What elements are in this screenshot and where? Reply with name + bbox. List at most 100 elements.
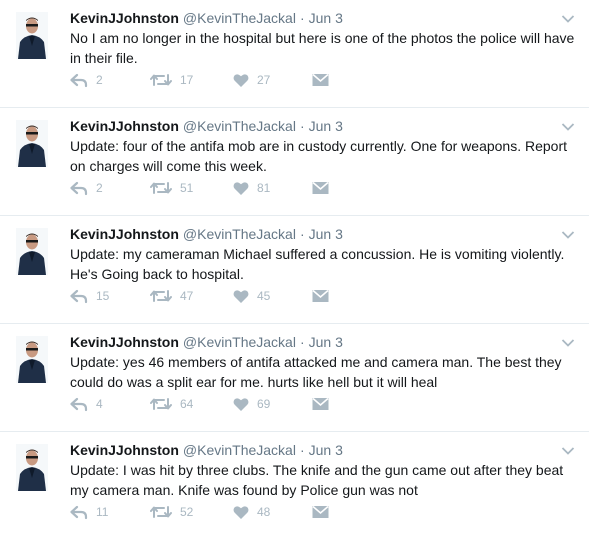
tweet-header: KevinJJohnston @KevinTheJackal · Jun 3 (70, 224, 343, 244)
separator: · (299, 442, 305, 458)
tweet[interactable]: KevinJJohnston @KevinTheJackal · Jun 3 Upda… (0, 108, 589, 216)
tweet-date[interactable]: Jun 3 (309, 10, 343, 26)
avatar[interactable] (16, 444, 48, 491)
reply-button[interactable]: 4 (70, 396, 150, 412)
retweet-icon (150, 504, 172, 520)
separator: · (299, 10, 305, 26)
like-count: 48 (257, 505, 271, 519)
retweet-button[interactable]: 47 (150, 288, 233, 304)
avatar[interactable] (16, 12, 48, 59)
like-button[interactable]: 69 (233, 396, 312, 412)
like-count: 69 (257, 397, 271, 411)
envelope-icon (312, 289, 329, 303)
reply-count: 15 (96, 289, 110, 303)
tweet-actions: 2 51 81 (70, 180, 394, 196)
retweet-icon (150, 72, 172, 88)
heart-icon (233, 289, 249, 304)
direct-message-button[interactable] (312, 505, 394, 519)
tweet-text: Update: four of the antifa mob are in cu… (70, 138, 568, 174)
tweet-header: KevinJJohnston @KevinTheJackal · Jun 3 (70, 116, 343, 136)
retweet-count: 52 (180, 505, 194, 519)
like-button[interactable]: 48 (233, 504, 312, 520)
tweet[interactable]: KevinJJohnston @KevinTheJackal · Jun 3 No I… (0, 0, 589, 108)
heart-icon (233, 505, 249, 520)
like-button[interactable]: 27 (233, 72, 312, 88)
author-name[interactable]: KevinJJohnston (70, 442, 179, 458)
chevron-down-icon[interactable] (561, 335, 575, 347)
envelope-icon (312, 397, 329, 411)
tweet-date[interactable]: Jun 3 (309, 118, 343, 134)
tweet-text: Update: yes 46 members of antifa attacke… (70, 354, 562, 390)
tweet[interactable]: KevinJJohnston @KevinTheJackal · Jun 3 Upda… (0, 324, 589, 432)
reply-count: 2 (96, 181, 103, 195)
separator: · (299, 334, 305, 350)
author-handle[interactable]: @KevinTheJackal (183, 10, 296, 26)
tweet-actions: 2 17 27 (70, 72, 394, 88)
direct-message-button[interactable] (312, 73, 394, 87)
reply-count: 2 (96, 73, 103, 87)
retweet-button[interactable]: 64 (150, 396, 233, 412)
author-name[interactable]: KevinJJohnston (70, 334, 179, 350)
tweet-header: KevinJJohnston @KevinTheJackal · Jun 3 (70, 8, 343, 28)
avatar[interactable] (16, 228, 48, 275)
tweet-text: No I am no longer in the hospital but he… (70, 30, 575, 66)
direct-message-button[interactable] (312, 289, 394, 303)
heart-icon (233, 397, 249, 412)
like-button[interactable]: 45 (233, 288, 312, 304)
tweet-date[interactable]: Jun 3 (309, 334, 343, 350)
reply-button[interactable]: 2 (70, 180, 150, 196)
tweet[interactable]: KevinJJohnston @KevinTheJackal · Jun 3 Upda… (0, 432, 589, 540)
retweet-button[interactable]: 51 (150, 180, 233, 196)
retweet-count: 64 (180, 397, 194, 411)
retweet-count: 51 (180, 181, 194, 195)
reply-button[interactable]: 15 (70, 288, 150, 304)
reply-button[interactable]: 2 (70, 72, 150, 88)
retweet-button[interactable]: 17 (150, 72, 233, 88)
chevron-down-icon[interactable] (561, 119, 575, 131)
avatar[interactable] (16, 336, 48, 383)
heart-icon (233, 181, 249, 196)
reply-icon (70, 72, 88, 88)
reply-icon (70, 504, 88, 520)
heart-icon (233, 73, 249, 88)
tweet-header: KevinJJohnston @KevinTheJackal · Jun 3 (70, 332, 343, 352)
retweet-icon (150, 288, 172, 304)
tweet[interactable]: KevinJJohnston @KevinTheJackal · Jun 3 Upda… (0, 216, 589, 324)
reply-icon (70, 288, 88, 304)
retweet-icon (150, 180, 172, 196)
author-name[interactable]: KevinJJohnston (70, 10, 179, 26)
like-button[interactable]: 81 (233, 180, 312, 196)
retweet-button[interactable]: 52 (150, 504, 233, 520)
reply-icon (70, 396, 88, 412)
separator: · (299, 118, 305, 134)
author-name[interactable]: KevinJJohnston (70, 226, 179, 242)
envelope-icon (312, 73, 329, 87)
envelope-icon (312, 181, 329, 195)
reply-button[interactable]: 11 (70, 504, 150, 520)
like-count: 81 (257, 181, 271, 195)
like-count: 27 (257, 73, 271, 87)
retweet-icon (150, 396, 172, 412)
tweet-text: Update: my cameraman Michael suffered a … (70, 246, 565, 282)
chevron-down-icon[interactable] (561, 443, 575, 455)
reply-count: 11 (96, 505, 109, 519)
tweet-text: Update: I was hit by three clubs. The kn… (70, 462, 564, 498)
chevron-down-icon[interactable] (561, 11, 575, 23)
author-handle[interactable]: @KevinTheJackal (183, 226, 296, 242)
retweet-count: 47 (180, 289, 194, 303)
retweet-count: 17 (180, 73, 194, 87)
tweet-actions: 4 64 69 (70, 396, 394, 412)
chevron-down-icon[interactable] (561, 227, 575, 239)
author-handle[interactable]: @KevinTheJackal (183, 442, 296, 458)
like-count: 45 (257, 289, 271, 303)
direct-message-button[interactable] (312, 397, 394, 411)
author-handle[interactable]: @KevinTheJackal (183, 334, 296, 350)
tweet-date[interactable]: Jun 3 (309, 442, 343, 458)
author-name[interactable]: KevinJJohnston (70, 118, 179, 134)
direct-message-button[interactable] (312, 181, 394, 195)
avatar[interactable] (16, 120, 48, 167)
reply-count: 4 (96, 397, 103, 411)
author-handle[interactable]: @KevinTheJackal (183, 118, 296, 134)
tweet-actions: 11 52 48 (70, 504, 394, 520)
tweet-date[interactable]: Jun 3 (309, 226, 343, 242)
